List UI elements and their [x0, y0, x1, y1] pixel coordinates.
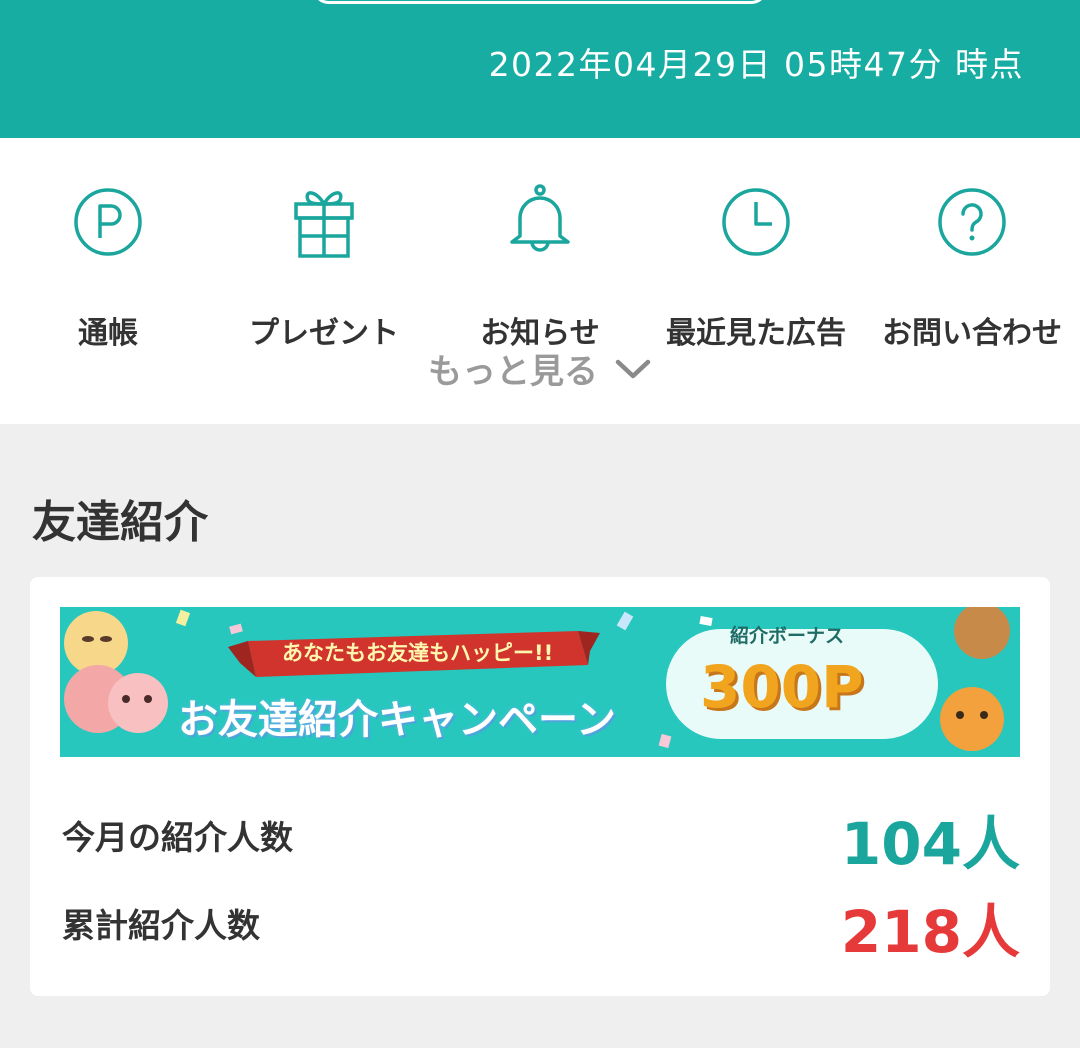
show-more-label: もっと見る: [428, 352, 598, 392]
stat-value-monthly: 104人: [840, 810, 1020, 878]
banner-bonus-amount: 300P: [700, 653, 864, 721]
header-bar: 2022年04月29日 05時47分 時点: [0, 0, 1080, 138]
search-pill[interactable]: [312, 0, 768, 4]
question-icon: [938, 188, 1006, 256]
stat-label-total: 累計紹介人数: [62, 906, 260, 945]
menu-item-contact[interactable]: お問い合わせ: [864, 180, 1080, 351]
banner-bonus-label: 紹介ボーナス: [730, 625, 845, 647]
bell-icon: [510, 184, 570, 252]
campaign-banner[interactable]: あなたもお友達もハッピー!! お友達紹介キャンペーン 紹介ボーナス 300P: [60, 607, 1020, 757]
quick-menu: 通帳 プレゼント お知らせ 最近見た広告 お問い合わせ もっと見る: [0, 138, 1080, 424]
referral-card: あなたもお友達もハッピー!! お友達紹介キャンペーン 紹介ボーナス 300P 今…: [30, 577, 1050, 996]
menu-item-recent-ads[interactable]: 最近見た広告: [648, 180, 864, 351]
clock-icon: [722, 188, 790, 256]
update-timestamp: 2022年04月29日 05時47分 時点: [488, 45, 1024, 84]
chevron-down-icon: [615, 359, 651, 378]
banner-ribbon-text: あなたもお友達もハッピー!!: [282, 641, 554, 665]
stat-value-total: 218人: [840, 898, 1020, 966]
banner-campaign-text: お友達紹介キャンペーン: [178, 697, 616, 743]
menu-item-passbook[interactable]: 通帳: [0, 180, 216, 351]
gift-icon: [294, 191, 354, 258]
menu-item-present[interactable]: プレゼント: [216, 180, 432, 351]
stat-label-monthly: 今月の紹介人数: [62, 818, 293, 857]
menu-item-notice[interactable]: お知らせ: [432, 180, 648, 351]
points-p-icon: [74, 188, 142, 256]
section-title-referral: 友達紹介: [32, 497, 208, 548]
show-more-button[interactable]: もっと見る: [0, 344, 1080, 394]
